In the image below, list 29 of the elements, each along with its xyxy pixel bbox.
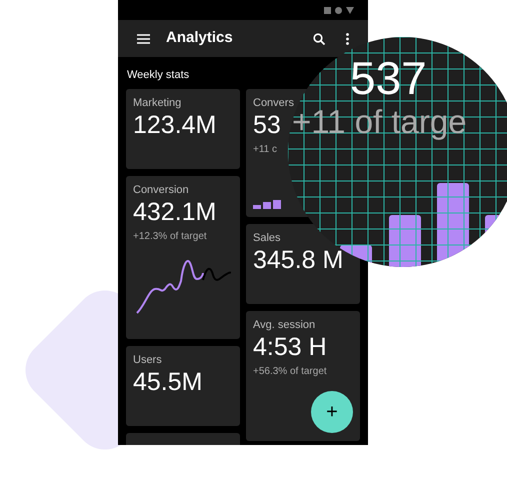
card-note: +56.3% of target — [253, 366, 327, 378]
card-value: 432.1M — [133, 197, 216, 228]
more-icon[interactable] — [346, 32, 349, 44]
stat-card[interactable]: Conversion 432.1M +12.3% of target — [126, 176, 240, 338]
card-label: Marketing — [133, 96, 182, 110]
card-label: Convers — [253, 96, 294, 110]
add-button[interactable]: + — [311, 390, 353, 432]
search-icon[interactable] — [313, 32, 325, 44]
card-label: Conversion — [133, 184, 189, 198]
card-note: +11 c — [253, 144, 277, 156]
card-note: +12.3% of target — [133, 230, 207, 243]
card-value: 123.4M — [133, 110, 216, 142]
stat-card[interactable]: Marketing 123.4M — [126, 88, 240, 168]
card-value: 45.5M — [133, 367, 202, 398]
square-icon — [324, 6, 331, 14]
card-label: Users — [133, 354, 162, 368]
stat-card[interactable]: Users 45.5M — [126, 346, 240, 426]
card-value: 4:53 H — [253, 332, 327, 364]
card-label: Sales — [253, 232, 281, 246]
section-title: Weekly stats — [126, 68, 190, 83]
mini-bar-chart — [253, 198, 283, 208]
menu-icon[interactable] — [137, 34, 150, 44]
card-value: 53 — [253, 110, 281, 142]
stat-card[interactable]: Avg. session 4:53 H +56.3% of target + — [246, 310, 360, 440]
app-title: Analytics — [166, 28, 233, 48]
card-value: 345.8 M — [253, 245, 344, 276]
card-label: Avg. session — [253, 318, 316, 332]
circle-icon — [335, 6, 342, 14]
triangle-icon — [346, 6, 354, 14]
